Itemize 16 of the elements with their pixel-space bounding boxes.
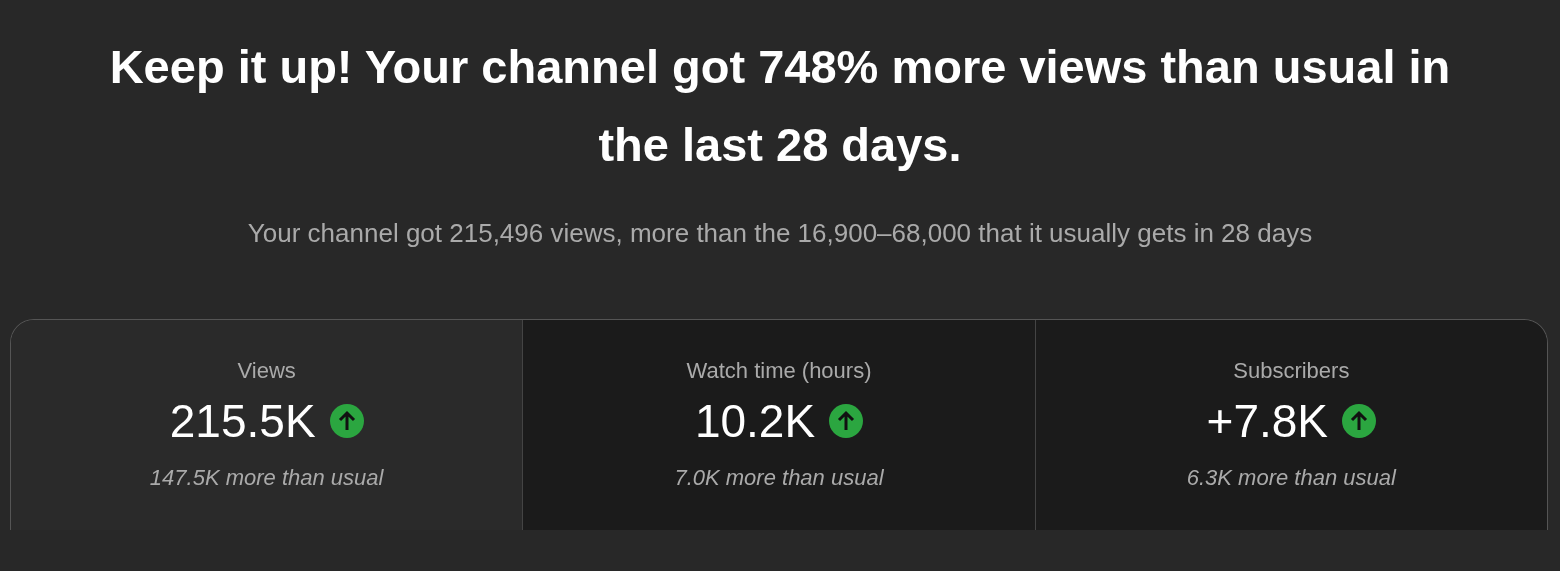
metric-note: 7.0K more than usual	[674, 464, 884, 492]
metric-tab[interactable]: Watch time (hours) 10.2K 7.0K more than usual	[522, 320, 1035, 530]
metric-note: 147.5K more than usual	[149, 464, 384, 492]
arrow-up-icon	[1342, 404, 1377, 438]
metric-value: 215.5K	[169, 394, 316, 449]
metric-value: +7.8K	[1206, 394, 1329, 449]
metric-tab[interactable]: Subscribers +7.8K 6.3K more than usual	[1034, 320, 1547, 530]
summary-text: Your channel got 215,496 views, more than the 16,900–68,000 that it usually gets in 28 days	[247, 217, 1313, 250]
arrow-up-icon	[329, 404, 364, 438]
headline: Keep it up! Your channel got 748% more views than usual in the last 28 days.	[108, 39, 1452, 173]
metric-label: Subscribers	[1233, 357, 1350, 385]
metric-label: Watch time (hours)	[686, 357, 872, 385]
metric-note: 6.3K more than usual	[1186, 464, 1396, 492]
arrow-up-icon	[829, 404, 864, 438]
metric-label: Views	[237, 357, 296, 385]
metric-value: 10.2K	[694, 394, 816, 449]
